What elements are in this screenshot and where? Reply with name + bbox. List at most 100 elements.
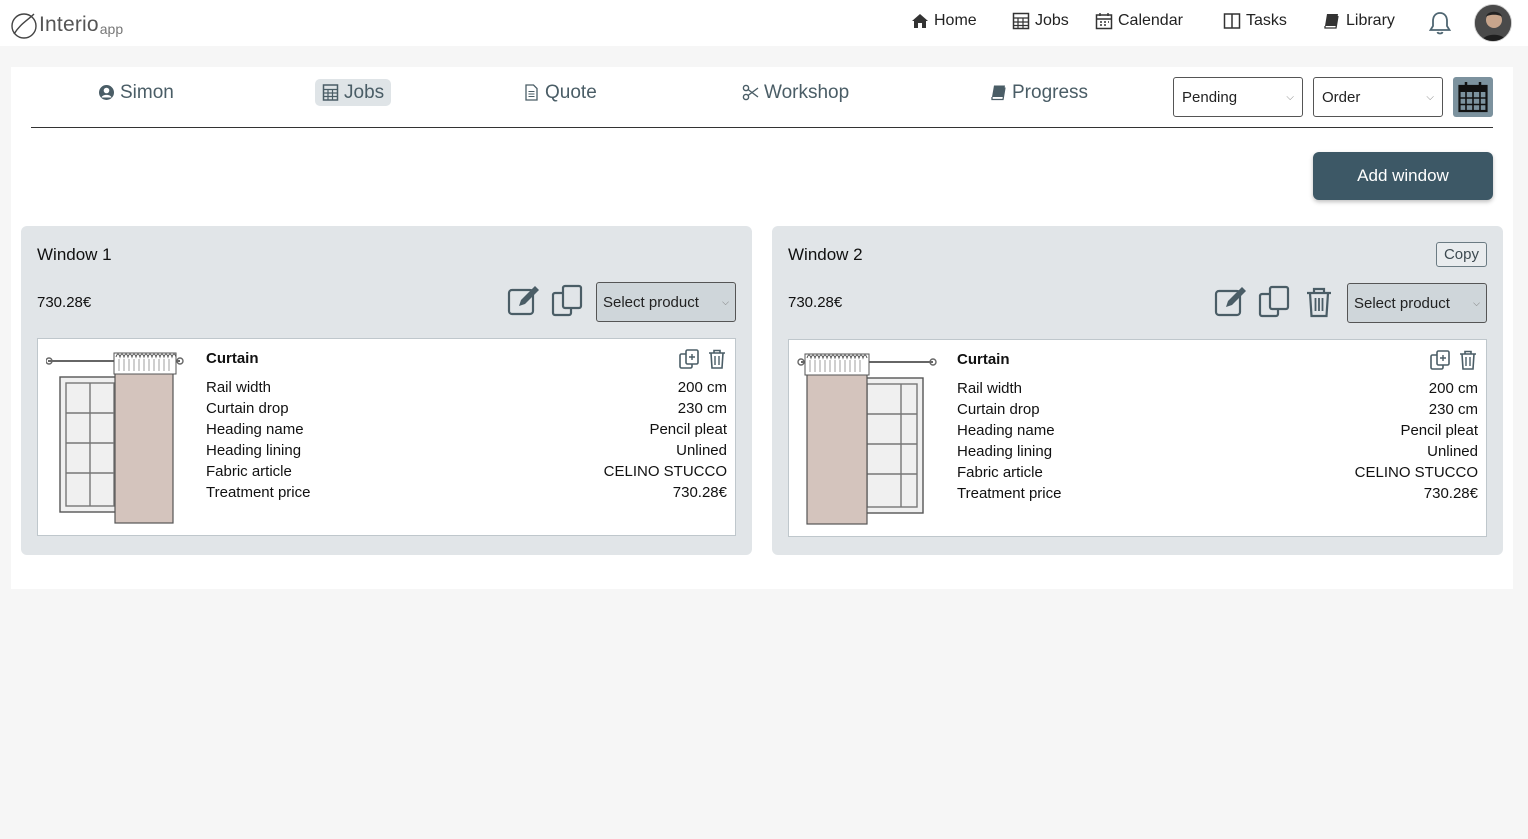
scissors-icon xyxy=(742,84,759,101)
tab-jobs[interactable]: Jobs xyxy=(315,79,392,106)
item-row: Fabric article CELINO STUCCO xyxy=(957,464,1478,481)
row-value: 200 cm xyxy=(1428,380,1478,397)
app-logo[interactable]: Interio app xyxy=(10,6,123,40)
calculator-icon xyxy=(322,84,339,101)
item-row: Curtain drop 230 cm xyxy=(206,400,727,417)
row-label: Rail width xyxy=(206,379,272,396)
home-icon xyxy=(912,14,928,28)
trash-icon[interactable] xyxy=(706,348,728,370)
row-value: 230 cm xyxy=(677,400,727,417)
nav-jobs[interactable]: Jobs xyxy=(1012,12,1069,30)
trash-icon[interactable] xyxy=(1457,349,1479,371)
nav-library[interactable]: Library xyxy=(1323,12,1395,30)
item-row: Treatment price 730.28€ xyxy=(206,484,727,501)
edit-icon[interactable] xyxy=(1214,285,1248,319)
calculator-icon xyxy=(1012,12,1030,30)
copy-icon[interactable] xyxy=(1258,285,1292,319)
duplicate-icon[interactable] xyxy=(678,348,700,370)
nav-home[interactable]: Home xyxy=(911,12,977,30)
row-label: Fabric article xyxy=(206,463,292,480)
item-name: Curtain xyxy=(206,350,259,367)
user-circle-icon xyxy=(99,85,114,100)
product-select-value: Select product xyxy=(1354,294,1450,312)
avatar-image xyxy=(1475,5,1511,41)
nav-tasks-label: Tasks xyxy=(1246,12,1287,29)
add-window-button[interactable]: Add window xyxy=(1313,152,1493,200)
item-row: Treatment price 730.28€ xyxy=(957,485,1478,502)
row-label: Treatment price xyxy=(957,485,1062,502)
chevron-down-icon: ⌵ xyxy=(722,296,729,307)
nav-calendar[interactable]: Calendar xyxy=(1095,12,1183,30)
tab-workshop[interactable]: Workshop xyxy=(735,79,856,106)
book-icon xyxy=(1324,14,1339,29)
tab-simon[interactable]: Simon xyxy=(91,79,181,106)
document-icon xyxy=(525,84,538,101)
item-row: Heading name Pencil pleat xyxy=(957,422,1478,439)
item-row: Rail width 200 cm xyxy=(206,379,727,396)
product-select[interactable]: Select product ⌵ xyxy=(596,282,736,322)
product-select[interactable]: Select product ⌵ xyxy=(1347,283,1487,323)
curtain-item-card: Curtain Rail width 200 cm Curtain drop 230… xyxy=(37,338,736,536)
nav-tasks[interactable]: Tasks xyxy=(1223,12,1287,30)
item-name: Curtain xyxy=(957,351,1010,368)
row-label: Fabric article xyxy=(957,464,1043,481)
type-select-value: Order xyxy=(1322,88,1361,106)
logo-icon xyxy=(11,13,37,39)
item-row: Heading name Pencil pleat xyxy=(206,421,727,438)
status-select[interactable]: Pending ⌵ xyxy=(1173,77,1303,117)
row-label: Curtain drop xyxy=(957,401,1040,418)
row-label: Heading lining xyxy=(206,442,302,459)
tab-workshop-label: Workshop xyxy=(764,81,850,103)
curtain-illustration xyxy=(46,352,184,524)
status-select-value: Pending xyxy=(1182,88,1238,106)
window-card: Window 1 730.28€ Select product ⌵ Curtai… xyxy=(21,226,752,555)
tab-simon-label: Simon xyxy=(120,81,174,103)
chevron-down-icon: ⌵ xyxy=(1426,91,1434,103)
chevron-down-icon: ⌵ xyxy=(1473,297,1480,308)
copy-icon[interactable] xyxy=(551,284,585,318)
window-price: 730.28€ xyxy=(788,294,843,311)
bell-icon[interactable] xyxy=(1427,10,1453,36)
trash-icon[interactable] xyxy=(1302,285,1336,319)
tab-quote-label: Quote xyxy=(545,81,597,103)
tab-progress-label: Progress xyxy=(1012,81,1089,103)
window-title: Window 2 xyxy=(788,245,863,264)
row-value: 230 cm xyxy=(1428,401,1478,418)
calendar-icon xyxy=(1458,82,1488,113)
curtain-item-card: Curtain Rail width 200 cm Curtain drop 230… xyxy=(788,339,1487,537)
nav-library-label: Library xyxy=(1346,12,1395,29)
row-value: 730.28€ xyxy=(1423,485,1478,502)
row-value: 200 cm xyxy=(677,379,727,396)
chevron-down-icon: ⌵ xyxy=(1286,91,1294,103)
row-value: CELINO STUCCO xyxy=(1354,464,1478,481)
tab-progress[interactable]: Progress xyxy=(983,79,1095,106)
item-row: Fabric article CELINO STUCCO xyxy=(206,463,727,480)
edit-icon[interactable] xyxy=(507,284,541,318)
item-row: Rail width 200 cm xyxy=(957,380,1478,397)
copy-window-button[interactable]: Copy xyxy=(1435,242,1487,267)
curtain-illustration xyxy=(797,353,937,525)
row-value: Pencil pleat xyxy=(1400,422,1478,439)
top-navbar: Interio app Home Jobs Calendar Tasks Lib… xyxy=(0,0,1528,46)
nav-jobs-label: Jobs xyxy=(1035,12,1069,29)
logo-text: Interio xyxy=(39,13,99,36)
row-value: Unlined xyxy=(1427,443,1478,460)
row-value: Pencil pleat xyxy=(649,421,727,438)
row-label: Heading lining xyxy=(957,443,1053,460)
tab-quote[interactable]: Quote xyxy=(516,79,604,106)
duplicate-icon[interactable] xyxy=(1429,349,1451,371)
item-row: Heading lining Unlined xyxy=(957,443,1478,460)
row-value: 730.28€ xyxy=(672,484,727,501)
row-label: Heading name xyxy=(206,421,304,438)
type-select[interactable]: Order ⌵ xyxy=(1313,77,1443,117)
nav-home-label: Home xyxy=(934,12,977,29)
calendar-button[interactable] xyxy=(1453,77,1493,117)
row-label: Treatment price xyxy=(206,484,311,501)
row-value: Unlined xyxy=(676,442,727,459)
product-select-value: Select product xyxy=(603,293,699,311)
book-icon xyxy=(991,85,1006,101)
user-avatar[interactable] xyxy=(1474,4,1512,42)
row-label: Rail width xyxy=(957,380,1023,397)
job-tabs: Simon Jobs Quote Workshop Progress Pendi… xyxy=(31,67,1493,128)
row-value: CELINO STUCCO xyxy=(603,463,727,480)
